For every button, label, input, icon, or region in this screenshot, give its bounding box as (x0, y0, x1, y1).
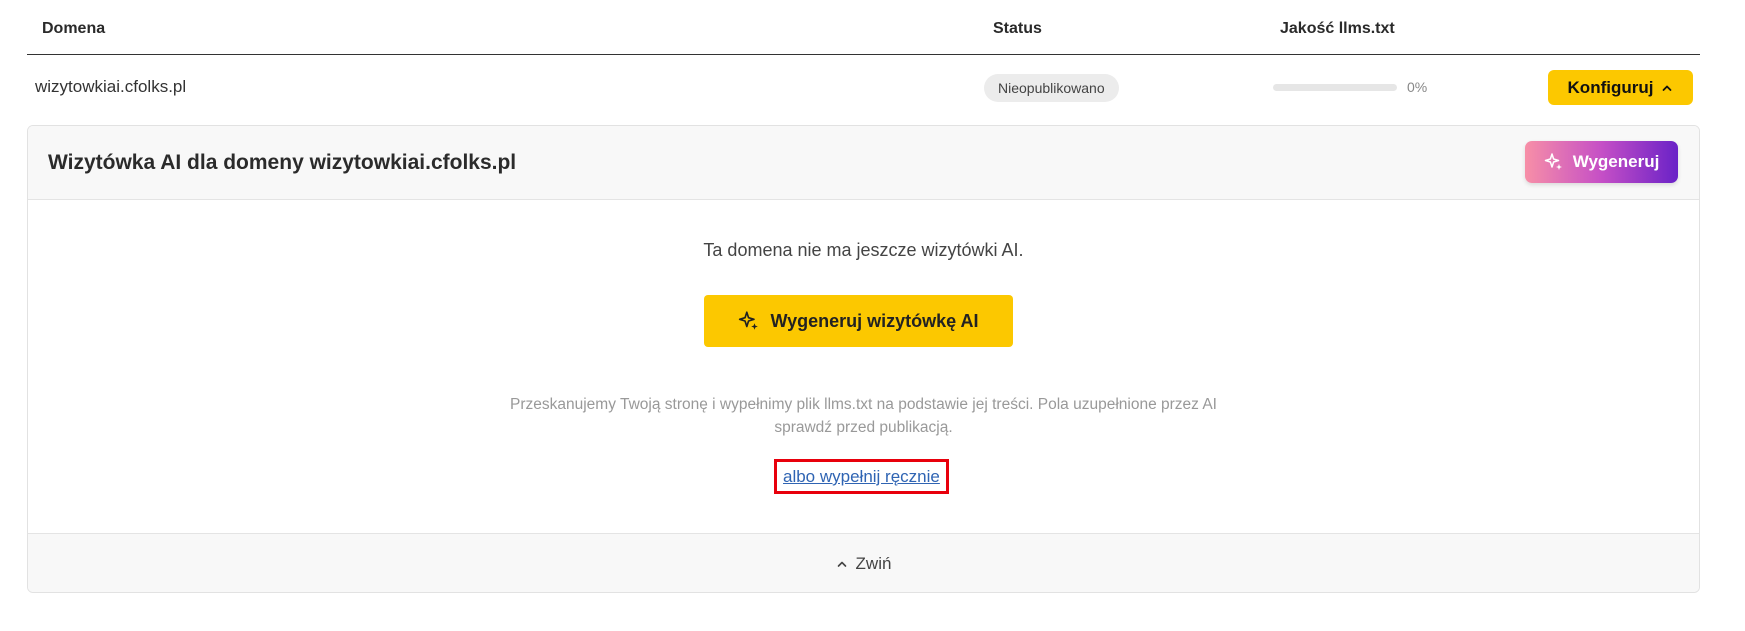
help-text-line-1: Przeskanujemy Twoją stronę i wypełnimy p… (509, 396, 1217, 413)
status-badge: Nieopublikowano (984, 74, 1119, 102)
fill-manually-link[interactable]: albo wypełnij ręcznie (774, 459, 949, 494)
help-text-line-2: sprawdź przed publikacją. (774, 419, 953, 436)
table-header: Domena Status Jakość llms.txt (27, 0, 1700, 55)
quality-percentage: 0% (1407, 79, 1428, 95)
chevron-up-icon (836, 558, 848, 570)
panel-title: Wizytówka AI dla domeny wizytowkiai.cfol… (48, 151, 517, 174)
domains-table: Domena Status Jakość llms.txt wizytowkia… (27, 0, 1700, 593)
panel-header: Wizytówka AI dla domeny wizytowkiai.cfol… (28, 126, 1699, 200)
help-text: Przeskanujemy Twoją stronę i wypełnimy p… (494, 393, 1234, 439)
panel-body: Ta domena nie ma jeszcze wizytówki AI. W… (28, 200, 1699, 533)
column-header-domain: Domena (42, 20, 106, 37)
quality-progress-bar (1273, 84, 1397, 91)
collapse-label: Zwiń (855, 553, 892, 573)
column-header-quality: Jakość llms.txt (1280, 20, 1395, 37)
table-row: wizytowkiai.cfolks.pl Nieopublikowano 0%… (27, 55, 1700, 129)
domain-name: wizytowkiai.cfolks.pl (35, 77, 187, 96)
empty-state-message: Ta domena nie ma jeszcze wizytówki AI. (703, 240, 1024, 260)
collapse-button[interactable]: Zwiń (28, 533, 1699, 592)
sparkle-icon (738, 310, 760, 332)
generate-ai-card-button[interactable]: Wygeneruj wizytówkę AI (704, 295, 1013, 347)
configure-button-label: Konfiguruj (1567, 77, 1654, 97)
generate-ai-card-label: Wygeneruj wizytówkę AI (770, 310, 979, 331)
column-header-status: Status (993, 20, 1042, 37)
chevron-up-icon (1661, 82, 1673, 94)
ai-card-panel: Wizytówka AI dla domeny wizytowkiai.cfol… (27, 125, 1700, 593)
sparkle-icon (1544, 152, 1564, 172)
generate-button-label: Wygeneruj (1572, 152, 1660, 171)
generate-button[interactable]: Wygeneruj (1525, 141, 1678, 183)
configure-button[interactable]: Konfiguruj (1548, 70, 1693, 105)
